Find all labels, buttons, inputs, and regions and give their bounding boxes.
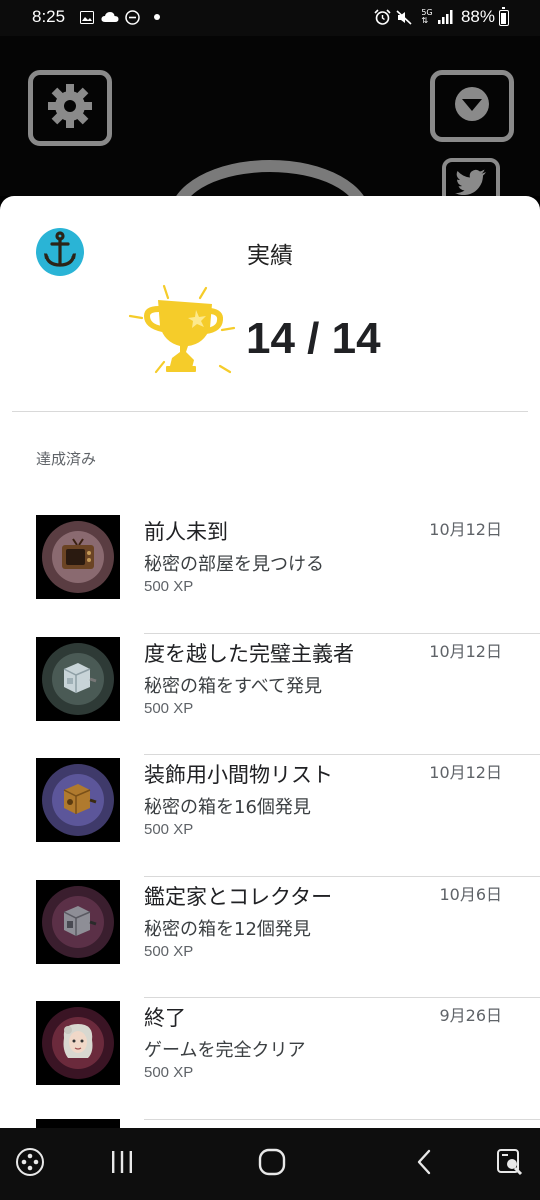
gallery-icon (80, 9, 94, 25)
home-icon (258, 1148, 286, 1180)
achievement-xp: 500 XP (144, 942, 194, 960)
navigation-bar (0, 1128, 540, 1200)
screenshot-button[interactable] (492, 1146, 528, 1182)
achievement-xp: 500 XP (144, 578, 194, 595)
achievement-xp: 500 XP (144, 821, 194, 838)
list-item[interactable]: 鑑定家とコレクター 秘密の箱を12個発見 500 XP 10月6日 (0, 877, 540, 998)
recents-button[interactable] (104, 1146, 140, 1182)
download-icon (450, 85, 494, 127)
games-button[interactable] (12, 1146, 48, 1182)
back-icon (414, 1148, 434, 1180)
achievement-score: 14 / 14 (246, 314, 381, 363)
list-item[interactable]: 前人未到 秘密の部屋を見つける 500 XP 10月12日 (0, 512, 540, 634)
game-background (0, 36, 540, 196)
achievement-description: 秘密の箱を16個発見 (144, 797, 311, 818)
achievement-thumbnail (36, 515, 120, 599)
achievement-name: 装飾用小間物リスト (144, 763, 333, 787)
dnd-icon (124, 9, 140, 25)
achievement-date: 9月26日 (439, 1006, 502, 1025)
5g-icon: 5G ⇅ (421, 8, 433, 25)
box-icon (58, 780, 98, 820)
twitter-button[interactable] (442, 158, 500, 196)
character-icon (58, 1020, 98, 1066)
games-icon (14, 1146, 46, 1182)
box-icon (58, 902, 98, 942)
list-item[interactable]: 終了 ゲームを完全クリア 500 XP 9月26日 (0, 998, 540, 1120)
gear-icon (46, 82, 94, 134)
achievement-description: 秘密の部屋を見つける (144, 554, 324, 575)
back-button[interactable] (406, 1146, 442, 1182)
achievement-name: 終了 (144, 1006, 186, 1030)
achievement-thumbnail (36, 1119, 120, 1128)
alarm-icon (374, 9, 391, 25)
divider (144, 1118, 540, 1120)
achievement-xp: 500 XP (144, 699, 194, 717)
tv-icon (59, 537, 97, 577)
achievement-xp: 500 XP (144, 1064, 194, 1081)
achievements-sheet: 実績 14 / 14 達成済み 前人未到 秘密の部屋を見つける 500 XP 1… (0, 196, 540, 1128)
screenshot-icon (495, 1147, 525, 1181)
achievement-date: 10月12日 (429, 763, 502, 782)
status-bar: 8:25 5G ⇅ 88% (0, 0, 540, 36)
achievement-list: 前人未到 秘密の部屋を見つける 500 XP 10月12日 度を越した完璧主義者… (0, 512, 540, 1128)
achievement-thumbnail (36, 879, 120, 964)
battery-icon (499, 7, 509, 26)
status-time: 8:25 (32, 7, 66, 26)
twitter-icon (455, 169, 487, 196)
achievement-name: 鑑定家とコレクター (144, 884, 333, 909)
list-item[interactable]: 度を越した完璧主義者 秘密の箱をすべて発見 500 XP 10月12日 (0, 634, 540, 755)
achievement-date: 10月6日 (439, 884, 502, 904)
home-button[interactable] (252, 1146, 292, 1182)
dot-icon (154, 9, 160, 25)
achievement-date: 10月12日 (429, 641, 502, 661)
settings-button[interactable] (28, 70, 112, 146)
achievement-thumbnail (36, 636, 120, 721)
achievement-description: 秘密の箱をすべて発見 (144, 675, 323, 697)
achievement-name: 前人未到 (144, 520, 228, 544)
achievement-thumbnail (36, 758, 120, 842)
mute-icon (396, 9, 412, 25)
achievement-description: ゲームを完全クリア (144, 1040, 306, 1061)
achievement-thumbnail (36, 1001, 120, 1085)
game-logo (170, 160, 370, 196)
cloud-icon (101, 9, 119, 25)
recents-icon (109, 1150, 135, 1178)
download-button[interactable] (430, 70, 514, 142)
section-label-completed: 達成済み (36, 450, 97, 468)
page-title: 実績 (247, 243, 293, 269)
list-item[interactable]: 装飾用小間物リスト 秘密の箱を16個発見 500 XP 10月12日 (0, 755, 540, 877)
achievement-name: 度を越した完璧主義者 (144, 641, 354, 666)
box-icon (58, 659, 98, 699)
divider (12, 411, 528, 412)
battery-percent: 88% (460, 7, 495, 26)
trophy-icon (126, 280, 236, 390)
achievement-date: 10月12日 (429, 520, 502, 539)
signal-icon (438, 9, 454, 25)
achievement-description: 秘密の箱を12個発見 (144, 918, 311, 940)
